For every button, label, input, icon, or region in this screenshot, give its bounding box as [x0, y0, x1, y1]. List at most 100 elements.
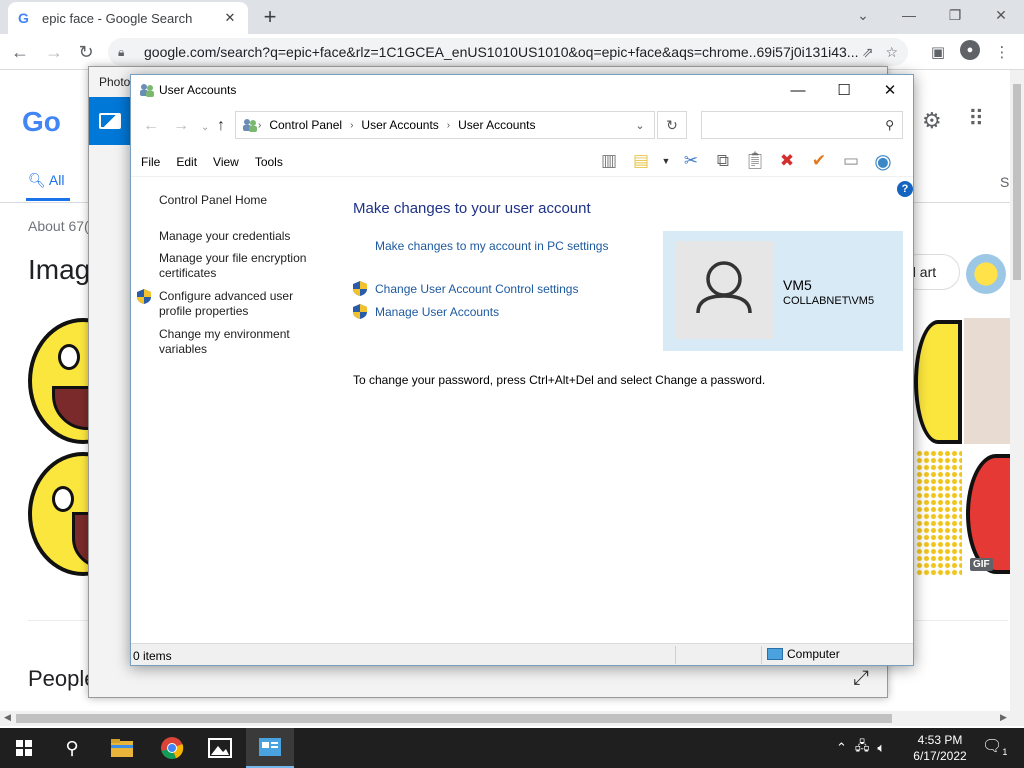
search-icon[interactable]: ⚲ [885, 118, 894, 132]
scroll-thumb[interactable] [16, 714, 892, 723]
scroll-left-icon[interactable]: ◀ [4, 712, 11, 723]
back-button[interactable]: ← [8, 40, 32, 64]
chip-thumbnail[interactable] [966, 254, 1006, 294]
tab-close-icon[interactable]: ✕ [222, 10, 238, 26]
forward-button[interactable]: → [42, 40, 66, 64]
delete-icon[interactable]: ✖ [775, 149, 799, 173]
reload-button[interactable]: ↻ [74, 40, 98, 64]
epic-face-image[interactable] [914, 320, 962, 444]
link-line: Manage your file encryption [159, 251, 307, 265]
link-line: variables [159, 342, 208, 356]
tab-partial[interactable]: S [1000, 174, 1009, 190]
lock-icon[interactable]: 🔒︎ [118, 45, 132, 60]
expand-icon[interactable]: ⤢ [853, 667, 869, 690]
menu-tools[interactable]: Tools [255, 155, 283, 169]
emoji-grid-image[interactable] [916, 450, 962, 576]
uac-shield-icon [353, 304, 367, 319]
title-bar[interactable]: User Accounts — ☐ ✕ [131, 75, 913, 105]
uac-shield-icon [353, 281, 367, 296]
minimize-button[interactable]: — [886, 0, 932, 30]
minimize-button[interactable]: — [775, 75, 821, 105]
users-icon [140, 84, 154, 97]
chrome-icon[interactable] [148, 728, 196, 768]
clock-date: 6/17/2022 [913, 749, 967, 763]
refresh-button[interactable]: ↻ [657, 111, 687, 139]
search-icon[interactable]: ⚲ [48, 728, 96, 768]
browser-toolbar: ← → ↻ 🔒︎ google.com/search?q=epic+face&r… [0, 34, 1024, 70]
link-control-panel-home[interactable]: Control Panel Home [159, 193, 267, 208]
breadcrumb-user-accounts[interactable]: User Accounts [361, 118, 438, 132]
photos-icon[interactable] [196, 728, 244, 768]
link-manage-credentials[interactable]: Manage your credentials [159, 229, 290, 244]
menu-edit[interactable]: Edit [176, 155, 197, 169]
photos-title: Photo [99, 75, 131, 89]
epic-face-image[interactable] [964, 318, 1010, 444]
breadcrumb-control-panel[interactable]: Control Panel [269, 118, 342, 132]
tab-all[interactable]: 🔍︎ All [28, 172, 64, 189]
cut-icon[interactable]: ✂ [679, 149, 703, 173]
address-bar[interactable]: › Control Panel › User Accounts › User A… [235, 111, 655, 139]
new-tab-button[interactable]: + [258, 4, 282, 30]
file-explorer-icon[interactable] [98, 728, 146, 768]
chevron-down-icon[interactable]: ⌄ [626, 119, 654, 132]
link-advanced-profile[interactable]: Configure advanced user profile properti… [159, 289, 293, 319]
link-pc-settings[interactable]: Make changes to my account in PC setting… [375, 239, 608, 253]
menu-view[interactable]: View [213, 155, 239, 169]
restore-button[interactable]: ❐ [932, 0, 978, 30]
scroll-right-icon[interactable]: ▶ [1000, 712, 1007, 723]
images-heading: Imag [28, 254, 91, 285]
browser-tab[interactable]: G epic face - Google Search ✕ [8, 2, 248, 34]
side-panel-icon[interactable]: ▣ [926, 40, 950, 64]
taskbar: ⚲ ⌃ 🖧︎ 🔈︎ 4:53 PM 6/17/2022 🗨︎1 [0, 728, 1024, 768]
checkmark-icon[interactable]: ✔ [807, 149, 831, 173]
menu-kebab-icon[interactable]: ⋮ [990, 40, 1014, 64]
link-manage-user-accounts[interactable]: Manage User Accounts [375, 305, 499, 319]
pane-icon[interactable]: ▥ [597, 149, 621, 173]
google-logo[interactable]: Go [22, 106, 61, 138]
properties-icon[interactable]: ▤ [629, 149, 653, 173]
forward-arrow-icon[interactable]: → [173, 117, 189, 135]
globe-icon[interactable]: ◉ [871, 149, 895, 173]
scroll-thumb[interactable] [1013, 84, 1021, 280]
vertical-scrollbar[interactable] [1010, 70, 1024, 711]
up-arrow-icon[interactable]: ↑ [217, 117, 225, 135]
chevron-right-icon[interactable]: › [350, 120, 353, 131]
close-button[interactable]: ✕ [867, 75, 913, 105]
start-button[interactable] [0, 728, 48, 768]
clock[interactable]: 4:53 PM 6/17/2022 [908, 732, 972, 764]
bookmark-star-icon[interactable]: ☆ [885, 44, 898, 61]
horizontal-scrollbar[interactable]: ◀ ▶ [0, 711, 1024, 726]
photos-app-icon[interactable] [89, 97, 131, 145]
chevron-down-icon[interactable]: ▼ [661, 149, 671, 173]
chevron-up-icon[interactable]: ⌃ [836, 740, 847, 756]
rename-icon[interactable]: ▭ [839, 149, 863, 173]
settings-gear-icon[interactable]: ⚙ [922, 108, 942, 134]
copy-icon[interactable]: ⧉ [711, 149, 735, 173]
breadcrumb-user-accounts-current[interactable]: User Accounts [458, 118, 535, 132]
link-environment-variables[interactable]: Change my environment variables [159, 327, 290, 357]
control-panel-taskbar-icon[interactable] [246, 728, 294, 768]
maximize-button[interactable]: ☐ [821, 75, 867, 105]
url-text[interactable]: google.com/search?q=epic+face&rlz=1C1GCE… [132, 44, 862, 60]
help-button[interactable]: ? [897, 181, 913, 197]
search-input[interactable]: ⚲ [701, 111, 903, 139]
link-file-encryption[interactable]: Manage your file encryption certificates [159, 251, 306, 281]
profile-avatar-icon[interactable]: ● [960, 40, 980, 60]
recent-dropdown-icon[interactable]: ⌄ [201, 122, 209, 133]
chevron-down-icon[interactable]: ⌄ [840, 0, 886, 30]
address-bar[interactable]: 🔒︎ google.com/search?q=epic+face&rlz=1C1… [108, 38, 908, 66]
red-face-image[interactable] [966, 454, 1010, 574]
close-button[interactable]: ✕ [978, 0, 1024, 30]
network-icon[interactable]: 🖧︎ [855, 737, 870, 759]
chevron-right-icon[interactable]: › [258, 120, 261, 131]
paste-icon[interactable]: 📋︎ [743, 149, 767, 173]
chevron-right-icon[interactable]: › [447, 120, 450, 131]
volume-icon[interactable]: 🔈︎ [877, 740, 885, 756]
apps-grid-icon[interactable]: ⠿ [968, 106, 984, 132]
link-line: Change my environment [159, 327, 290, 341]
back-arrow-icon[interactable]: ← [143, 117, 159, 135]
notification-icon[interactable]: 🗨︎1 [982, 736, 1007, 757]
link-uac-settings[interactable]: Change User Account Control settings [375, 282, 578, 296]
menu-file[interactable]: File [141, 155, 160, 169]
share-icon[interactable]: ⇗ [862, 44, 874, 61]
